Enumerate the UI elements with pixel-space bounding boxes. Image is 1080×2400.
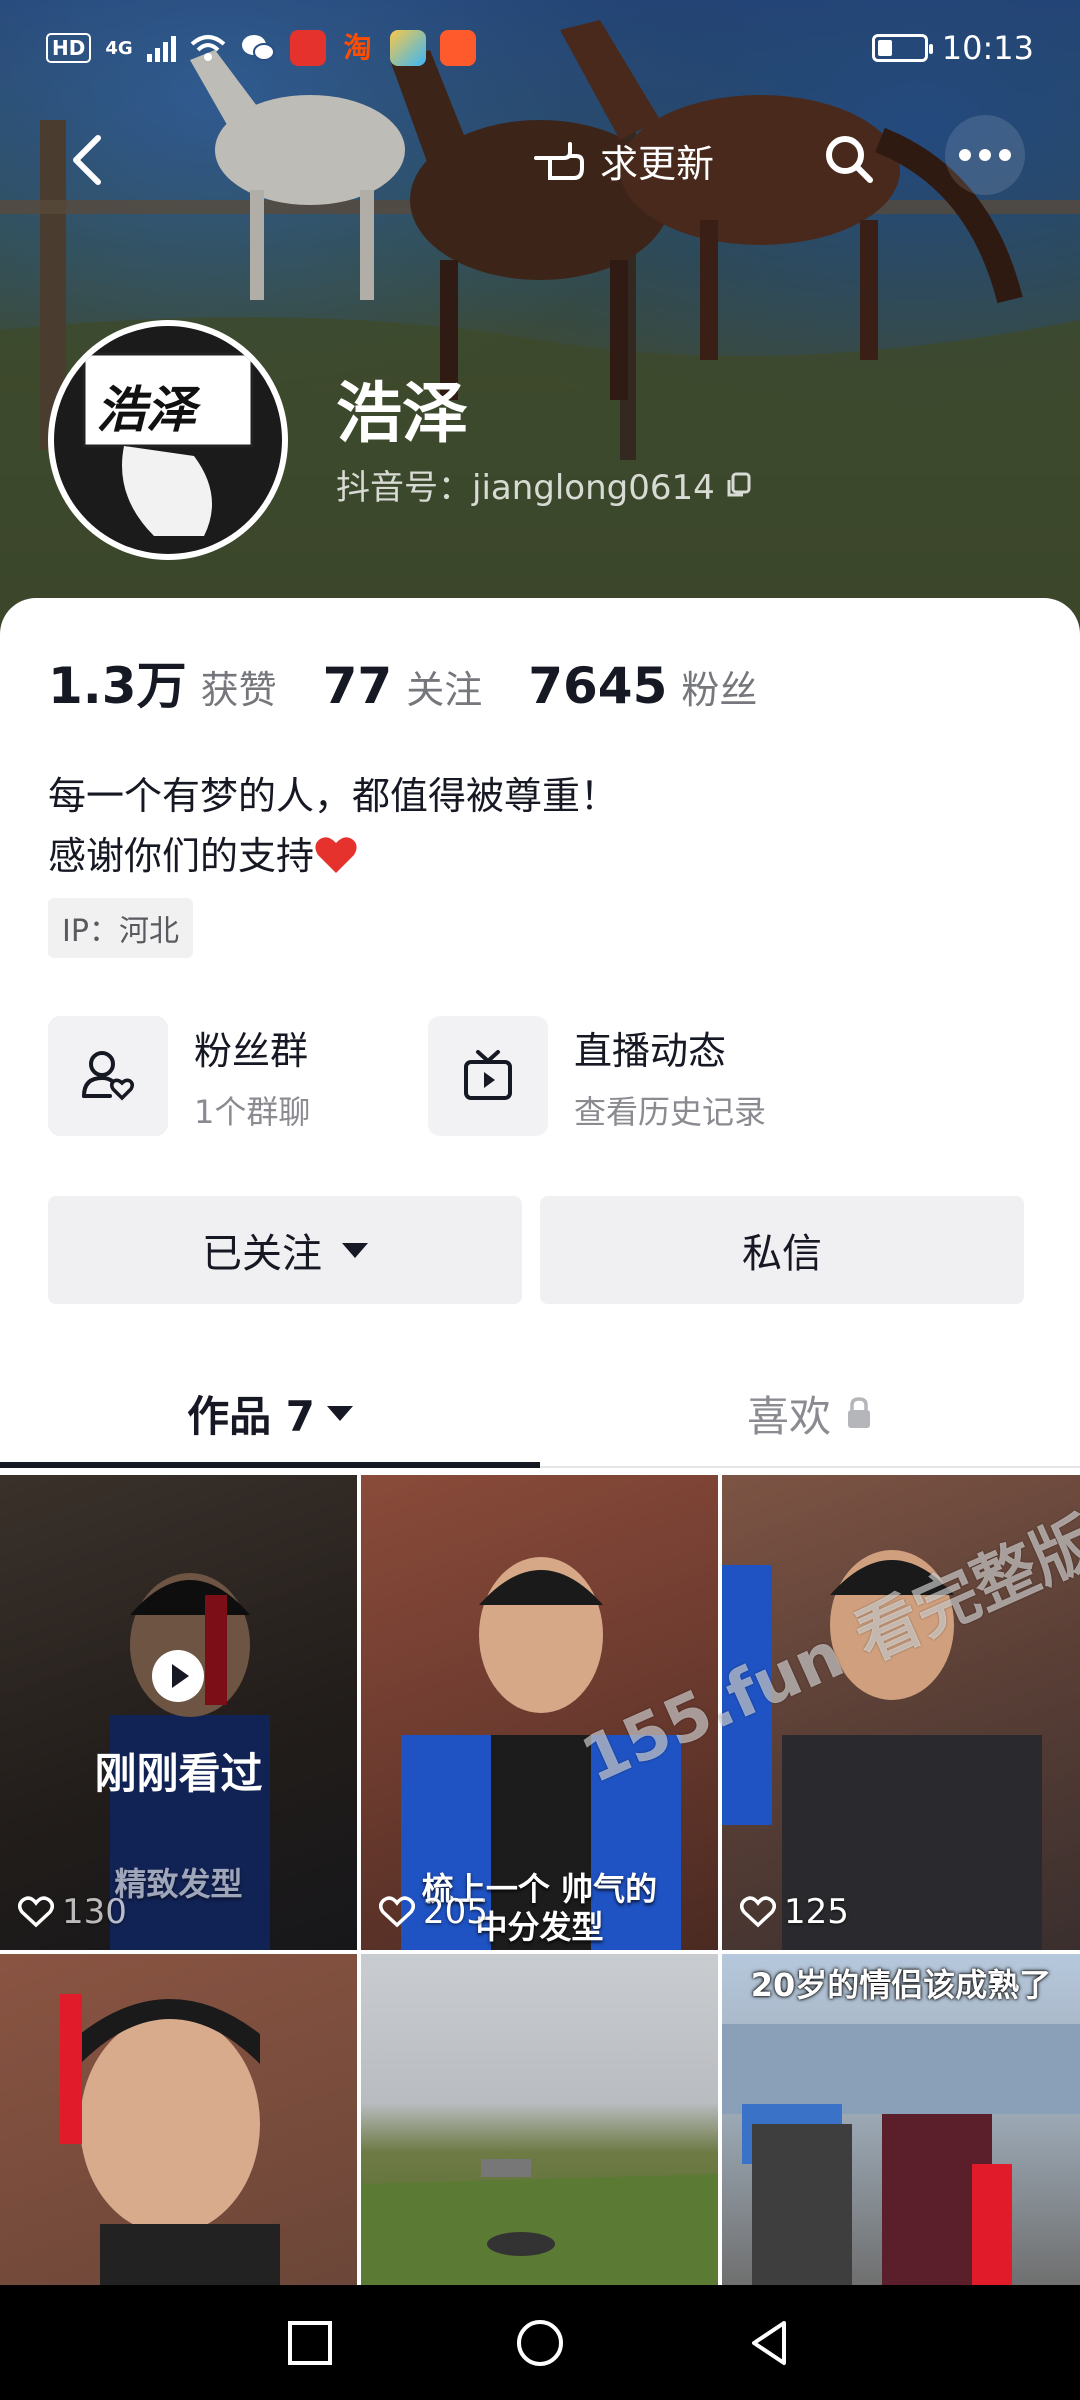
tab-likes-label: 喜欢 — [746, 1391, 831, 1441]
video-thumbnail[interactable]: 刚刚看过 精致发型 130 — [0, 1475, 357, 1950]
status-bar: HD 4G 淘 10:13 — [0, 0, 1080, 96]
video-likes: 125 — [740, 1892, 849, 1932]
more-options-button[interactable] — [945, 115, 1025, 195]
douyin-id[interactable]: 抖音号：jianglong0614 — [336, 460, 753, 509]
profile-banner: HD 4G 淘 10:13 求更新 浩泽 浩泽 抖音号：jianglong061… — [0, 0, 1080, 640]
app-notification-icon-1 — [289, 30, 326, 66]
shortcut-subtitle: 查看历史记录 — [574, 1092, 767, 1131]
video-likes-count: 205 — [423, 1892, 488, 1932]
heart-outline-icon — [379, 1896, 415, 1928]
avatar[interactable]: 浩泽 — [48, 320, 288, 560]
tab-works-label: 作品 7 — [187, 1391, 315, 1441]
douyin-id-text: 抖音号：jianglong0614 — [336, 468, 715, 508]
stat-label: 粉丝 — [681, 668, 758, 712]
stats-row: 1.3万 获赞 77 关注 7645 粉丝 — [48, 646, 803, 718]
red-heart-icon — [315, 837, 357, 873]
video-thumbnail[interactable]: 20岁的情侣该成熟了 — [722, 1954, 1080, 2285]
request-update-label: 求更新 — [600, 141, 715, 186]
app-notification-icon-3 — [439, 30, 476, 66]
fan-group-icon — [48, 1016, 168, 1136]
video-likes-count: 130 — [62, 1892, 127, 1932]
stat-following[interactable]: 77 关注 — [323, 657, 483, 715]
stat-label: 获赞 — [200, 668, 277, 712]
back-icon[interactable] — [60, 130, 120, 190]
video-thumbnail[interactable] — [361, 1954, 718, 2285]
hd-indicator: HD — [46, 33, 92, 63]
heart-outline-icon — [18, 1896, 54, 1928]
stat-followers[interactable]: 7645 粉丝 — [528, 657, 757, 715]
top-nav: 求更新 — [0, 110, 1080, 210]
video-thumbnail-image — [361, 2159, 718, 2285]
video-caption: 20岁的情侣该成熟了 — [750, 1966, 1052, 2004]
lock-icon — [848, 1397, 870, 1428]
home-icon[interactable] — [510, 2313, 570, 2373]
message-label: 私信 — [742, 1231, 822, 1277]
copy-icon[interactable] — [725, 471, 753, 499]
live-history-shortcut[interactable]: 直播动态 查看历史记录 — [428, 1016, 766, 1136]
profile-bio: 每一个有梦的人，都值得被尊重！ 感谢你们的支持 — [48, 766, 618, 886]
stat-value: 1.3万 — [48, 657, 187, 715]
back-triangle-icon[interactable] — [740, 2313, 800, 2373]
bio-line-2-text: 感谢你们的支持 — [48, 834, 315, 878]
video-likes-count: 125 — [784, 1892, 849, 1932]
following-button[interactable]: 已关注 — [48, 1196, 522, 1304]
profile-nickname: 浩泽 — [336, 375, 468, 452]
tab-likes[interactable]: 喜欢 — [540, 1358, 1080, 1468]
works-dropdown-icon — [326, 1405, 353, 1421]
tab-works[interactable]: 作品 7 — [0, 1358, 540, 1468]
watched-label: 刚刚看过 — [94, 1749, 263, 1798]
live-tv-icon — [428, 1016, 548, 1136]
stat-label: 关注 — [406, 668, 483, 712]
system-navigation-bar — [0, 2285, 1080, 2400]
more-dots-icon — [959, 149, 1011, 161]
stat-value: 77 — [322, 657, 393, 715]
ip-location-tag: IP：河北 — [48, 898, 193, 958]
heart-outline-icon — [740, 1896, 776, 1928]
recent-apps-icon[interactable] — [280, 2313, 340, 2373]
following-label: 已关注 — [202, 1231, 322, 1277]
taobao-notification-icon: 淘 — [343, 31, 372, 64]
shortcut-title: 直播动态 — [574, 1028, 727, 1073]
active-tab-indicator — [0, 1462, 540, 1468]
shortcut-title: 粉丝群 — [194, 1028, 309, 1073]
app-notification-icon-2 — [389, 30, 426, 66]
wechat-icon — [241, 35, 275, 61]
search-icon[interactable] — [820, 130, 880, 190]
status-time: 10:13 — [941, 29, 1034, 67]
signal-icon — [146, 34, 176, 62]
dropdown-caret-icon — [342, 1242, 368, 1258]
message-button[interactable]: 私信 — [540, 1196, 1024, 1304]
shortcut-subtitle: 1个群聊 — [194, 1092, 311, 1131]
avatar-text: 浩泽 — [96, 381, 196, 439]
stat-value: 7645 — [528, 657, 668, 715]
pointing-hand-icon — [534, 142, 584, 180]
play-icon — [152, 1650, 204, 1702]
video-likes: 205 — [379, 1892, 488, 1932]
video-thumbnail-image — [60, 1994, 280, 2285]
content-tabs: 作品 7 喜欢 — [0, 1358, 1080, 1468]
wifi-icon — [190, 35, 225, 61]
request-update-button[interactable]: 求更新 — [530, 130, 714, 190]
fan-group-shortcut[interactable]: 粉丝群 1个群聊 — [48, 1016, 310, 1136]
stat-likes[interactable]: 1.3万 获赞 — [48, 646, 277, 718]
video-likes: 130 — [18, 1892, 127, 1932]
battery-icon — [871, 34, 933, 62]
bio-line-2: 感谢你们的支持 — [48, 826, 618, 886]
video-thumbnail[interactable] — [0, 1954, 357, 2285]
signal-type: 4G — [105, 37, 133, 59]
bio-line-1: 每一个有梦的人，都值得被尊重！ — [48, 774, 619, 818]
